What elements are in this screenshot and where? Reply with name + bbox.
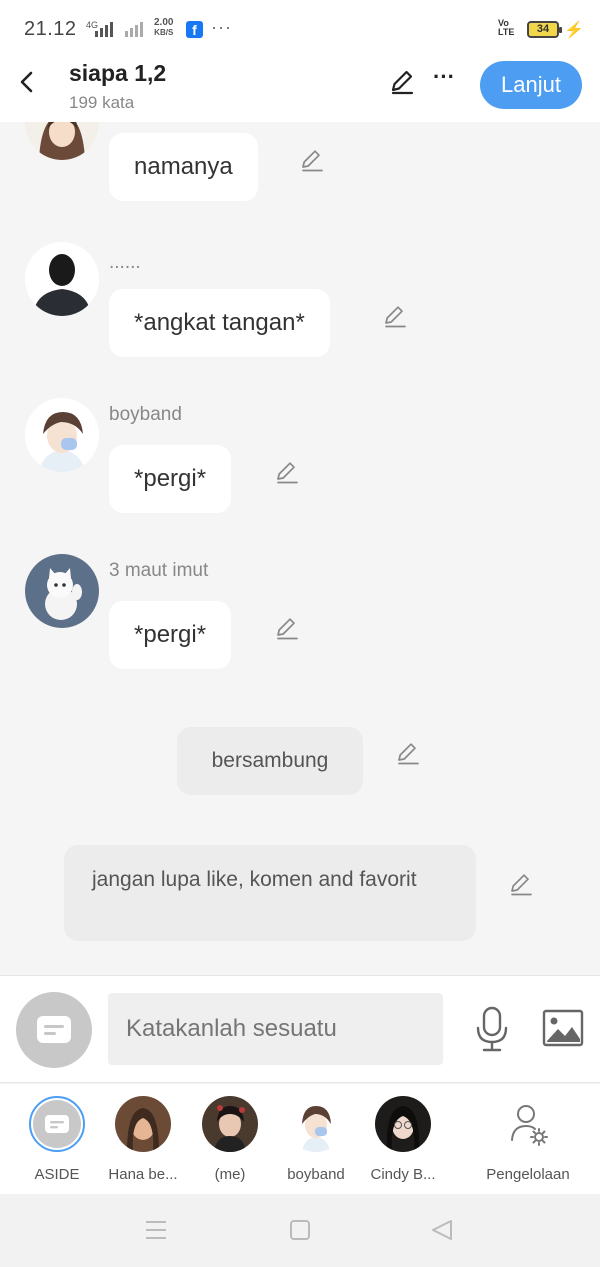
character-bar: ASIDE Hana be... (me) boyband Cindy B...… bbox=[0, 1084, 600, 1194]
character-boyband[interactable]: boyband bbox=[272, 1096, 360, 1183]
avatar[interactable] bbox=[25, 122, 99, 160]
character-hana[interactable]: Hana be... bbox=[99, 1096, 187, 1183]
menu-icon[interactable] bbox=[145, 1220, 167, 1240]
battery-icon: 34 bbox=[527, 21, 562, 38]
story-header: siapa 1,2 199 kata ··· Lanjut bbox=[0, 58, 600, 122]
signal-icon-2 bbox=[125, 22, 143, 37]
facebook-icon: f bbox=[186, 21, 203, 38]
character-label: Cindy B... bbox=[370, 1166, 436, 1183]
system-nav-bar bbox=[0, 1194, 600, 1267]
charging-icon: ⚡ bbox=[564, 22, 584, 39]
message-bubble[interactable]: namanya bbox=[109, 133, 258, 201]
aside-toggle-button[interactable] bbox=[16, 992, 92, 1068]
character-label: Pengelolaan bbox=[486, 1166, 570, 1183]
avatar bbox=[202, 1096, 258, 1152]
avatar[interactable] bbox=[25, 242, 99, 316]
image-icon[interactable] bbox=[542, 1009, 584, 1047]
character-label: Hana be... bbox=[108, 1166, 178, 1183]
chat-area[interactable]: namanya ...... *angkat tangan* boyband *… bbox=[0, 122, 600, 975]
message-bubble[interactable]: *pergi* bbox=[109, 445, 232, 513]
status-bar: 21.12 4G 2.00 KB/S f ··· Vo LTE 34 ⚡ bbox=[0, 0, 600, 58]
home-icon[interactable] bbox=[289, 1219, 311, 1241]
story-title: siapa 1,2 bbox=[69, 60, 167, 86]
narration-bubble[interactable]: bersambung bbox=[177, 727, 363, 795]
avatar bbox=[115, 1096, 171, 1152]
character-label: (me) bbox=[214, 1166, 246, 1183]
avatar[interactable] bbox=[25, 554, 99, 628]
status-time: 21.12 bbox=[24, 18, 77, 40]
back-nav-icon[interactable] bbox=[430, 1218, 454, 1242]
narration-bubble[interactable]: jangan lupa like, komen and favorit bbox=[64, 845, 476, 941]
sender-name: boyband bbox=[109, 404, 182, 425]
edit-narration-icon[interactable] bbox=[508, 871, 534, 897]
edit-message-icon[interactable] bbox=[299, 147, 325, 173]
avatar[interactable] bbox=[25, 398, 99, 472]
edit-message-icon[interactable] bbox=[274, 459, 300, 485]
edit-message-icon[interactable] bbox=[382, 303, 408, 329]
aside-icon bbox=[37, 1016, 71, 1043]
microphone-icon[interactable] bbox=[474, 1006, 510, 1052]
sender-name: ...... bbox=[109, 252, 141, 273]
network-speed: 2.00 KB/S bbox=[154, 17, 174, 38]
character-label: boyband bbox=[287, 1166, 345, 1183]
edit-narration-icon[interactable] bbox=[395, 740, 421, 766]
avatar bbox=[288, 1096, 344, 1152]
character-aside[interactable]: ASIDE bbox=[13, 1096, 101, 1183]
aside-icon bbox=[33, 1100, 81, 1148]
back-icon[interactable] bbox=[14, 68, 42, 96]
character-cindy[interactable]: Cindy B... bbox=[359, 1096, 447, 1183]
more-options-icon[interactable]: ··· bbox=[433, 64, 455, 90]
volte-icon: Vo LTE bbox=[498, 18, 515, 37]
character-label: ASIDE bbox=[34, 1166, 80, 1183]
manage-characters-icon bbox=[500, 1096, 556, 1152]
signal-icon bbox=[95, 22, 113, 37]
character-me[interactable]: (me) bbox=[186, 1096, 274, 1183]
edit-title-icon[interactable] bbox=[388, 68, 416, 96]
continue-button[interactable]: Lanjut bbox=[480, 61, 582, 109]
edit-message-icon[interactable] bbox=[274, 615, 300, 641]
more-notifications-icon: ··· bbox=[211, 17, 232, 37]
composer bbox=[0, 975, 600, 1083]
character-management[interactable]: Pengelolaan bbox=[483, 1096, 573, 1183]
message-bubble[interactable]: *angkat tangan* bbox=[109, 289, 330, 357]
sender-name: 3 maut imut bbox=[109, 560, 209, 581]
word-count: 199 kata bbox=[69, 93, 135, 112]
message-input[interactable] bbox=[108, 993, 443, 1065]
avatar bbox=[375, 1096, 431, 1152]
message-bubble[interactable]: *pergi* bbox=[109, 601, 232, 669]
